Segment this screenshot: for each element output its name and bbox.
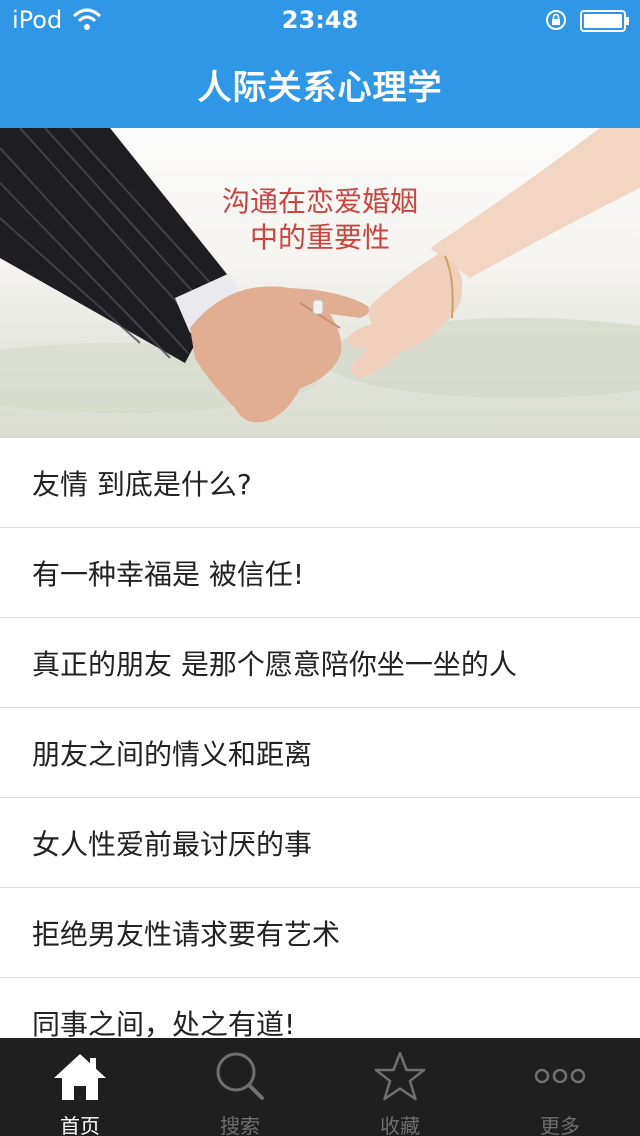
more-icon (534, 1068, 586, 1084)
star-icon (374, 1051, 426, 1101)
tab-search[interactable]: 搜索 (160, 1038, 320, 1136)
list-item[interactable]: 友情 到底是什么? (0, 438, 640, 528)
tab-home[interactable]: 首页 (0, 1038, 160, 1136)
banner-image[interactable]: 沟通在恋爱婚姻 中的重要性 (0, 128, 640, 438)
list-item[interactable]: 真正的朋友 是那个愿意陪你坐一坐的人 (0, 618, 640, 708)
tab-bar: 首页 搜索 收藏 更多 (0, 1038, 640, 1136)
home-icon (54, 1054, 106, 1100)
list-item[interactable]: 有一种幸福是 被信任! (0, 528, 640, 618)
rotation-lock-icon (546, 10, 566, 30)
list-item[interactable]: 女人性爱前最讨厌的事 (0, 798, 640, 888)
tab-more[interactable]: 更多 (480, 1038, 640, 1136)
search-icon (216, 1052, 264, 1100)
banner-caption-line1: 沟通在恋爱婚姻 (221, 185, 418, 218)
tab-home-label: 首页 (60, 1114, 100, 1136)
list-item[interactable]: 拒绝男友性请求要有艺术 (0, 888, 640, 978)
top-bar: iPod 23:48 人际关系心理学 (0, 0, 640, 128)
article-list: 友情 到底是什么? 有一种幸福是 被信任! 真正的朋友 是那个愿意陪你坐一坐的人… (0, 438, 640, 1068)
battery-icon (580, 10, 629, 32)
page-title: 人际关系心理学 (197, 68, 443, 108)
banner-caption: 沟通在恋爱婚姻 中的重要性 (190, 184, 450, 256)
holding-hands-illustration (0, 128, 640, 423)
status-bar: iPod 23:48 (0, 0, 640, 40)
tab-search-label: 搜索 (220, 1114, 260, 1136)
banner-caption-line2: 中的重要性 (249, 221, 390, 254)
list-item[interactable]: 朋友之间的情义和距离 (0, 708, 640, 798)
tab-favorites[interactable]: 收藏 (320, 1038, 480, 1136)
tab-favorites-label: 收藏 (380, 1114, 420, 1136)
tab-more-label: 更多 (540, 1114, 580, 1136)
